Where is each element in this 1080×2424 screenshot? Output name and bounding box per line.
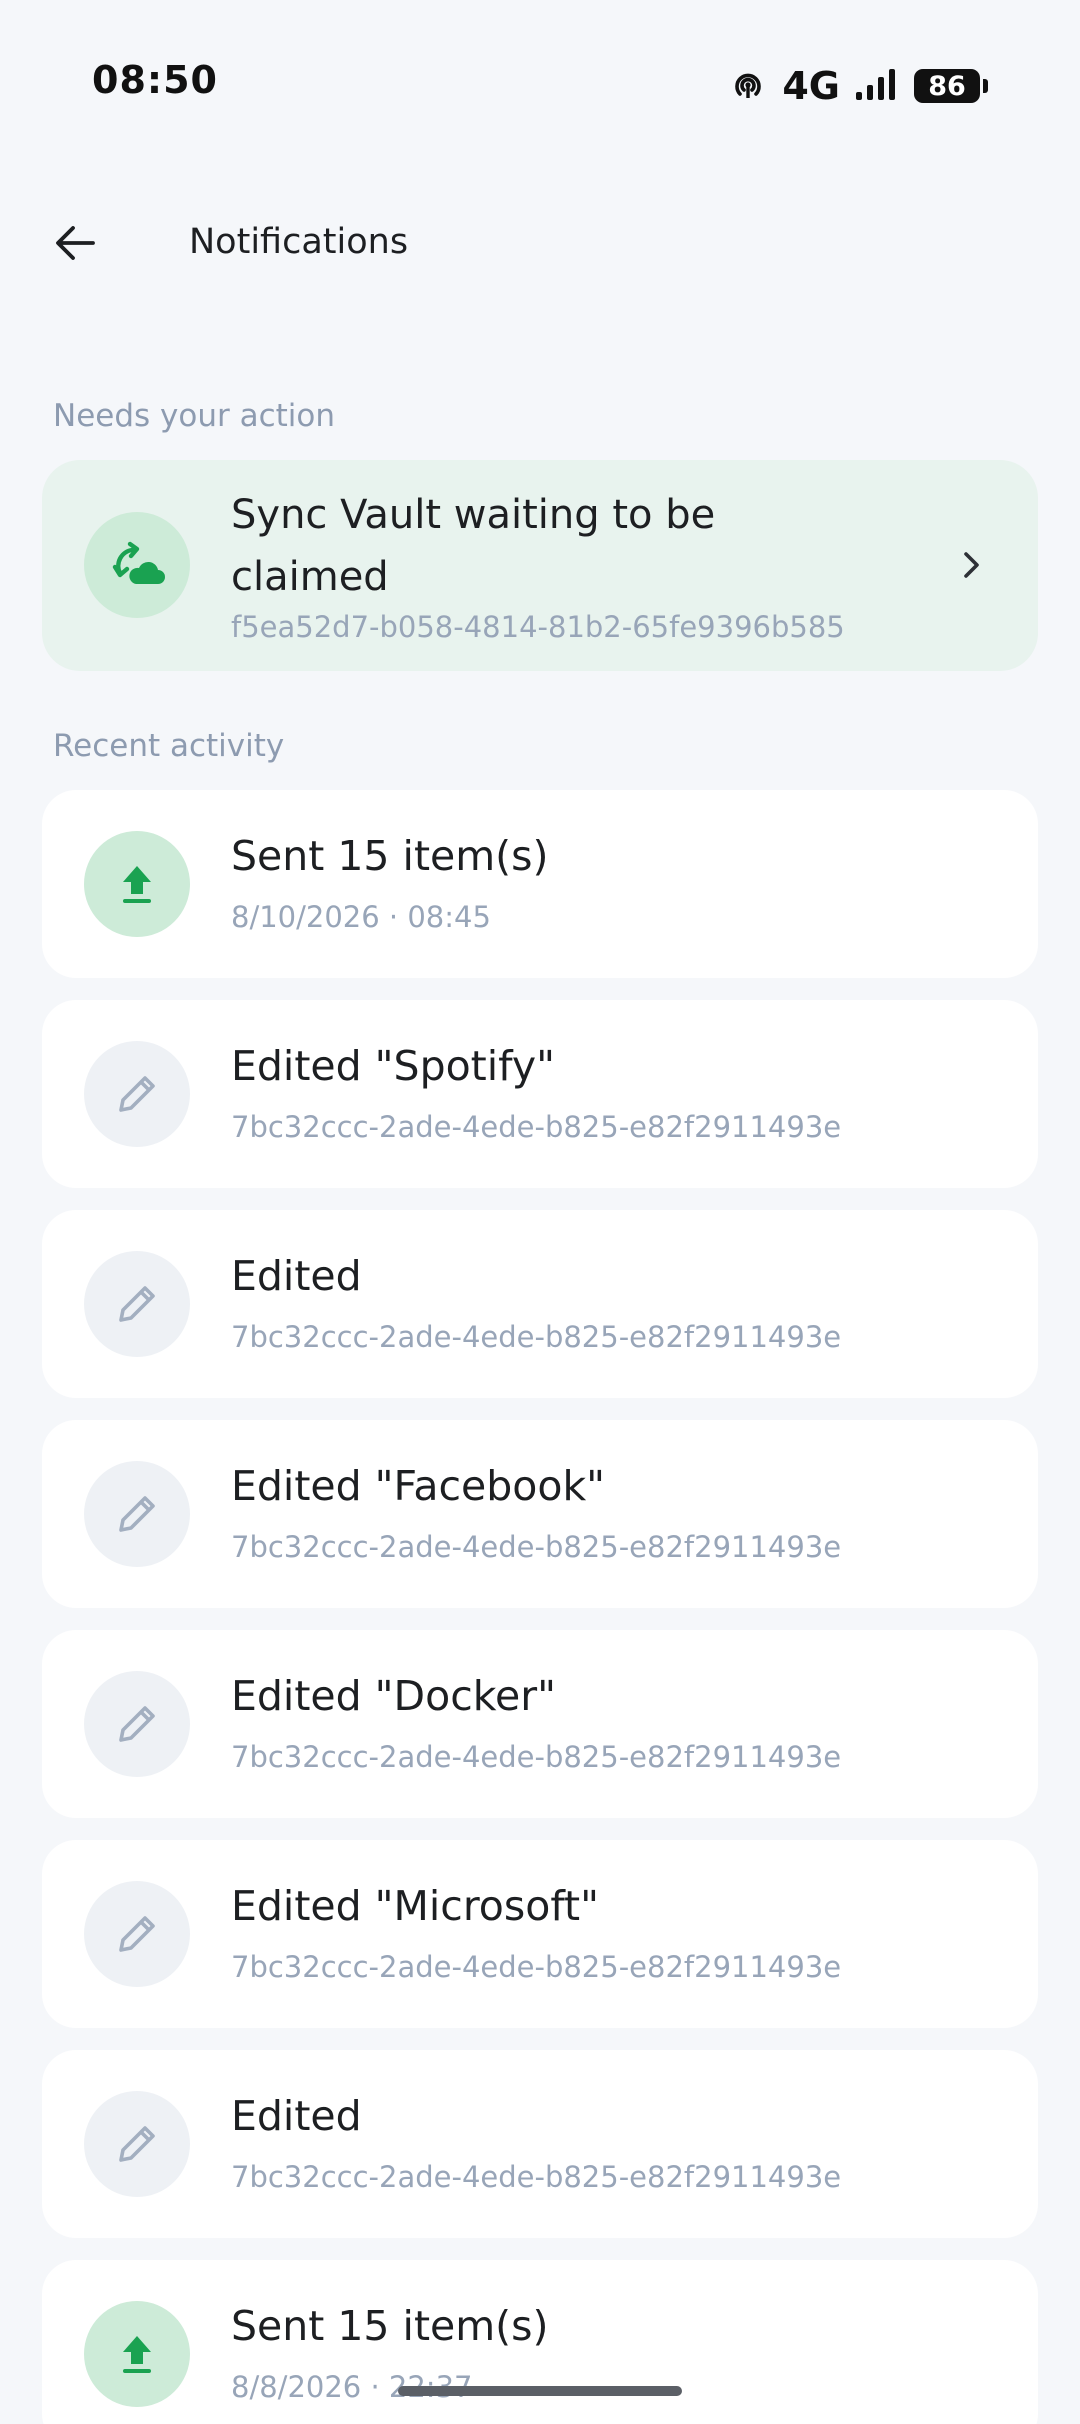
activity-list: Sent 15 item(s) 8/10/2026 · 08:45 Edited… (42, 790, 1038, 2424)
pencil-icon (84, 2091, 190, 2197)
page-title: Notifications (189, 222, 409, 262)
activity-item[interactable]: Edited "Facebook" 7bc32ccc-2ade-4ede-b82… (42, 1420, 1038, 1608)
pencil-icon (84, 1671, 190, 1777)
pencil-icon (84, 1461, 190, 1567)
status-icons: 4G 86 (728, 62, 988, 110)
activity-subtitle: 7bc32ccc-2ade-4ede-b825-e82f2911493e (231, 1740, 842, 1774)
status-time: 08:50 (92, 58, 218, 102)
section-label-needs-action: Needs your action (53, 398, 335, 434)
activity-item[interactable]: Edited "Docker" 7bc32ccc-2ade-4ede-b825-… (42, 1630, 1038, 1818)
upload-icon (84, 831, 190, 937)
network-type: 4G (782, 64, 840, 108)
back-arrow-icon (51, 219, 99, 271)
action-card-title: Sync Vault waiting to be claimed (231, 492, 716, 600)
activity-title: Edited (231, 1252, 362, 1300)
activity-subtitle: 7bc32ccc-2ade-4ede-b825-e82f2911493e (231, 1530, 842, 1564)
activity-title: Edited "Facebook" (231, 1462, 606, 1510)
action-card-subtitle: f5ea52d7-b058-4814-81b2-65fe9396b585 (231, 610, 845, 644)
activity-subtitle: 7bc32ccc-2ade-4ede-b825-e82f2911493e (231, 1950, 842, 1984)
section-label-recent-activity: Recent activity (53, 728, 285, 764)
notifications-screen: 08:50 4G 86 Notifications Needs your act… (0, 0, 1080, 2424)
activity-title: Sent 15 item(s) (231, 2302, 549, 2350)
activity-item[interactable]: Edited "Microsoft" 7bc32ccc-2ade-4ede-b8… (42, 1840, 1038, 2028)
sync-vault-claim-card[interactable]: Sync Vault waiting to be claimed f5ea52d… (42, 460, 1038, 671)
home-indicator[interactable] (398, 2386, 682, 2396)
battery-level: 86 (914, 69, 980, 103)
status-bar: 08:50 4G 86 (0, 0, 1080, 150)
activity-title: Edited (231, 2092, 362, 2140)
upload-icon (84, 2301, 190, 2407)
app-header: Notifications (0, 190, 1080, 300)
activity-item[interactable]: Sent 15 item(s) 8/10/2026 · 08:45 (42, 790, 1038, 978)
activity-title: Edited "Microsoft" (231, 1882, 599, 1930)
activity-subtitle: 7bc32ccc-2ade-4ede-b825-e82f2911493e (231, 1320, 842, 1354)
pencil-icon (84, 1041, 190, 1147)
activity-item[interactable]: Edited 7bc32ccc-2ade-4ede-b825-e82f29114… (42, 1210, 1038, 1398)
activity-item[interactable]: Edited 7bc32ccc-2ade-4ede-b825-e82f29114… (42, 2050, 1038, 2238)
activity-title: Sent 15 item(s) (231, 832, 549, 880)
activity-item[interactable]: Sent 15 item(s) 8/8/2026 · 22:37 (42, 2260, 1038, 2424)
pencil-icon (84, 1251, 190, 1357)
activity-title: Edited "Docker" (231, 1672, 556, 1720)
cloud-sync-icon (84, 512, 190, 618)
pencil-icon (84, 1881, 190, 1987)
activity-item[interactable]: Edited "Spotify" 7bc32ccc-2ade-4ede-b825… (42, 1000, 1038, 1188)
activity-title: Edited "Spotify" (231, 1042, 555, 1090)
activity-subtitle: 7bc32ccc-2ade-4ede-b825-e82f2911493e (231, 1110, 842, 1144)
activity-subtitle: 7bc32ccc-2ade-4ede-b825-e82f2911493e (231, 2160, 842, 2194)
signal-icon (854, 66, 900, 106)
activity-subtitle: 8/10/2026 · 08:45 (231, 900, 491, 934)
battery-tip (983, 79, 988, 93)
hotspot-icon (728, 64, 768, 108)
battery-icon: 86 (914, 69, 988, 103)
back-button[interactable] (36, 206, 114, 284)
chevron-right-icon (946, 540, 996, 590)
